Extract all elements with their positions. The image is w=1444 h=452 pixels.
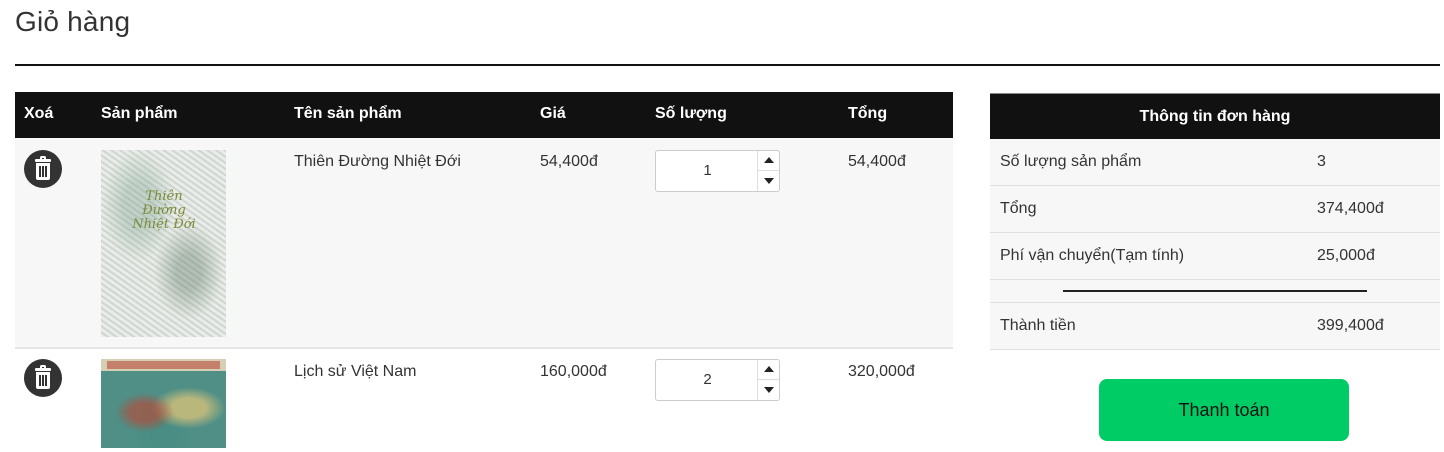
summary-title: Thông tin đơn hàng <box>990 93 1440 139</box>
trash-icon[interactable] <box>24 150 62 188</box>
caret-down-icon[interactable] <box>758 171 779 191</box>
page-title: Giỏ hàng <box>15 6 131 37</box>
product-name[interactable]: Lịch sử Việt Nam <box>294 363 416 381</box>
header-total: Tổng <box>848 105 888 122</box>
grand-total-label: Thành tiền <box>1000 317 1076 334</box>
quantity-stepper[interactable]: 2 <box>655 359 780 401</box>
header-quantity: Số lượng <box>655 105 727 122</box>
cart-row: Thiên Đường Nhiệt Đới Thiên Đường Nhiệt … <box>15 138 953 349</box>
caret-down-icon[interactable] <box>758 380 779 400</box>
checkout-button[interactable]: Thanh toán <box>1099 379 1349 441</box>
cart-table-header: Xoá Sản phẩm Tên sản phẩm Giá Số lượng T… <box>15 92 953 138</box>
caret-up-icon[interactable] <box>758 360 779 380</box>
summary-label: Phí vận chuyển(Tạm tính) <box>1000 247 1185 264</box>
quantity-input[interactable]: 2 <box>656 371 759 388</box>
product-image[interactable]: Thiên Đường Nhiệt Đới <box>101 150 226 337</box>
header-product: Sản phẩm <box>101 105 178 122</box>
header-price: Giá <box>540 105 566 122</box>
product-name[interactable]: Thiên Đường Nhiệt Đới <box>294 153 461 171</box>
summary-label: Số lượng sản phẩm <box>1000 153 1142 170</box>
quantity-input[interactable]: 1 <box>656 162 759 179</box>
trash-icon[interactable] <box>24 359 62 397</box>
summary-value: 25,000đ <box>1317 247 1375 264</box>
cart-table: Xoá Sản phẩm Tên sản phẩm Giá Số lượng T… <box>15 92 953 452</box>
summary-divider <box>990 280 1440 303</box>
summary-value: 3 <box>1317 153 1326 170</box>
grand-total-value: 399,400đ <box>1317 317 1384 334</box>
product-image[interactable] <box>101 359 226 448</box>
header-delete: Xoá <box>24 105 54 122</box>
caret-up-icon[interactable] <box>758 151 779 171</box>
header-name: Tên sản phẩm <box>294 105 402 122</box>
summary-row: Phí vận chuyển(Tạm tính) 25,000đ <box>990 233 1440 280</box>
order-summary: Thông tin đơn hàng Số lượng sản phẩm 3 T… <box>990 93 1440 350</box>
product-price: 54,400đ <box>540 153 598 170</box>
cover-title: Thiên Đường Nhiệt Đới <box>132 189 196 232</box>
summary-grand-total: Thành tiền 399,400đ <box>990 303 1440 350</box>
product-total: 54,400đ <box>848 153 906 170</box>
summary-row: Tổng 374,400đ <box>990 186 1440 233</box>
cart-row: Lịch sử Việt Nam 160,000đ 2 320,000đ <box>15 349 953 452</box>
summary-value: 374,400đ <box>1317 200 1384 217</box>
product-price: 160,000đ <box>540 363 607 380</box>
quantity-stepper[interactable]: 1 <box>655 150 780 192</box>
title-divider <box>15 64 1440 66</box>
summary-row: Số lượng sản phẩm 3 <box>990 139 1440 186</box>
product-total: 320,000đ <box>848 363 915 380</box>
summary-label: Tổng <box>1000 200 1037 217</box>
